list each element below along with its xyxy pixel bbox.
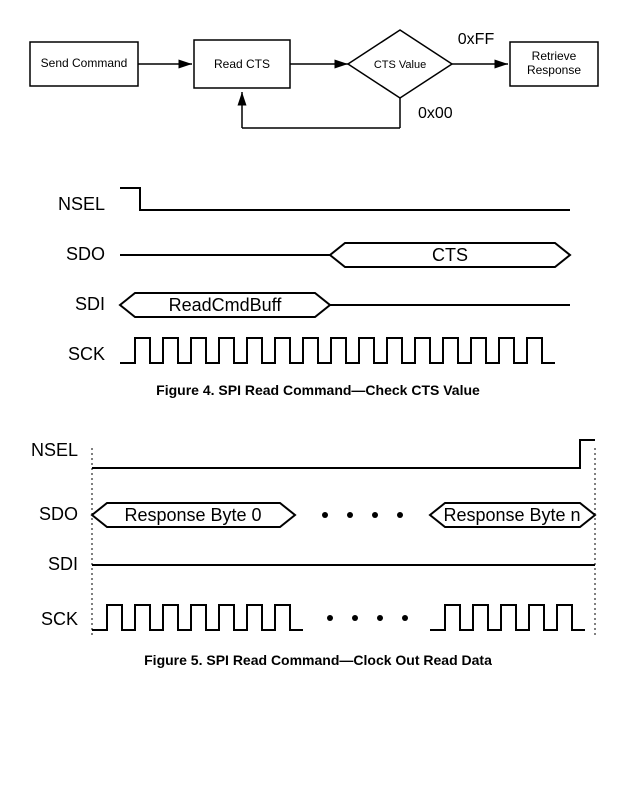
- flowchart: Send Command Read CTS CTS Value 0xFF Ret…: [0, 0, 636, 160]
- figure-5-caption: Figure 5. SPI Read Command—Clock Out Rea…: [144, 652, 492, 668]
- sdo-cts-text: CTS: [432, 245, 468, 265]
- sdi-label: SDI: [75, 294, 105, 314]
- nsel-label: NSEL: [31, 440, 78, 460]
- sdo-label: SDO: [66, 244, 105, 264]
- branch-false-label: 0x00: [418, 105, 453, 122]
- retrieve-response-label-1: Retrieve: [532, 49, 577, 63]
- nsel-waveform: [92, 440, 595, 468]
- branch-true-label: 0xFF: [458, 31, 495, 48]
- send-command-label: Send Command: [41, 56, 128, 70]
- figure-5: NSEL SDO Response Byte 0 Response Byte n…: [0, 420, 636, 690]
- sck-waveform-right: [430, 605, 585, 630]
- sdi-label: SDI: [48, 554, 78, 574]
- nsel-waveform: [120, 188, 570, 210]
- sdo-label: SDO: [39, 504, 78, 524]
- sdi-readcmdbuff-text: ReadCmdBuff: [169, 295, 283, 315]
- figure-4-caption: Figure 4. SPI Read Command—Check CTS Val…: [156, 382, 480, 398]
- sdo-respn-text: Response Byte n: [443, 505, 580, 525]
- cts-value-label: CTS Value: [374, 59, 426, 71]
- retrieve-response-label-2: Response: [527, 63, 581, 77]
- sck-waveform: [120, 338, 555, 363]
- read-cts-label: Read CTS: [214, 57, 270, 71]
- figure-4: NSEL SDO CTS SDI ReadCmdBuff SCK Figure …: [0, 160, 636, 420]
- sck-label: SCK: [68, 344, 105, 364]
- sdo-resp0-text: Response Byte 0: [124, 505, 261, 525]
- sck-label: SCK: [41, 609, 78, 629]
- nsel-label: NSEL: [58, 194, 105, 214]
- sck-waveform-left: [92, 605, 303, 630]
